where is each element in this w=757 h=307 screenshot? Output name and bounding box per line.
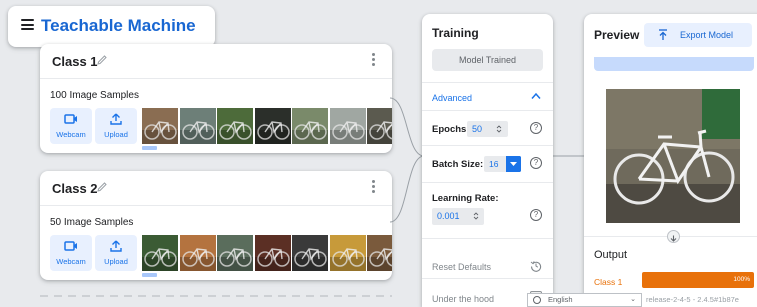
epochs-label: Epochs:	[432, 124, 470, 135]
divider	[40, 78, 392, 79]
sample-thumbnails[interactable]	[142, 108, 392, 144]
webcam-button[interactable]: Webcam	[50, 108, 92, 144]
upload-label: Upload	[104, 257, 128, 266]
chevron-down-icon: ⌄	[630, 296, 636, 303]
class-name[interactable]: Class 1	[52, 54, 98, 69]
webcam-label: Webcam	[56, 130, 86, 139]
stepper-icon[interactable]	[496, 124, 502, 134]
preview-connector	[553, 155, 584, 157]
sample-thumbnail[interactable]	[329, 235, 366, 271]
input-source-bar[interactable]	[594, 57, 754, 71]
preview-panel: Preview Export Model Output Class 1 100%	[584, 14, 757, 307]
language-label: English	[548, 295, 573, 304]
sample-thumbnail[interactable]	[254, 235, 291, 271]
pencil-icon[interactable]	[96, 181, 108, 195]
sample-thumbnail[interactable]	[367, 235, 392, 271]
sample-thumbnail[interactable]	[329, 108, 366, 144]
upload-button[interactable]: Upload	[95, 108, 137, 144]
add-class-dashed-border[interactable]	[40, 295, 392, 297]
help-icon[interactable]: ?	[530, 122, 542, 134]
sample-thumbnail[interactable]	[142, 108, 178, 144]
learning-rate-label: Learning Rate:	[432, 193, 499, 204]
divider	[422, 145, 553, 146]
pencil-icon[interactable]	[96, 54, 108, 68]
reset-icon[interactable]	[530, 260, 542, 272]
epochs-input[interactable]: 50	[467, 121, 508, 137]
class-name[interactable]: Class 2	[52, 181, 98, 196]
thumbnail-scrollbar[interactable]	[142, 273, 157, 277]
batch-size-label: Batch Size:	[432, 159, 484, 170]
more-vert-icon[interactable]	[372, 53, 376, 67]
train-model-button[interactable]: Model Trained	[432, 49, 543, 71]
upload-button[interactable]: Upload	[95, 235, 137, 271]
sample-thumbnail[interactable]	[179, 108, 216, 144]
sample-thumbnail[interactable]	[254, 108, 291, 144]
epochs-value: 50	[472, 124, 483, 134]
more-vert-icon[interactable]	[372, 180, 376, 194]
divider	[422, 82, 553, 83]
training-panel: Training Model Trained Advanced Epochs: …	[422, 14, 553, 307]
preview-title: Preview	[594, 28, 640, 42]
batch-size-value: 16	[489, 159, 499, 169]
help-icon[interactable]: ?	[530, 157, 542, 169]
webcam-icon	[50, 112, 92, 128]
confidence-percent: 100%	[733, 276, 750, 283]
export-icon	[659, 29, 667, 40]
language-select[interactable]: English ⌄	[527, 293, 642, 307]
under-the-hood-button[interactable]: Under the hood	[432, 294, 494, 304]
preview-image	[606, 89, 740, 223]
samples-label: 50 Image Samples	[50, 217, 134, 228]
thumbnail-scrollbar[interactable]	[142, 146, 157, 150]
advanced-toggle[interactable]: Advanced	[432, 93, 472, 103]
upload-label: Upload	[104, 130, 128, 139]
sample-thumbnail[interactable]	[217, 108, 253, 144]
confidence-bar: 100%	[642, 272, 754, 288]
class-card-2: Class 2 50 Image Samples Webcam Upload	[40, 171, 392, 280]
sample-thumbnail[interactable]	[367, 108, 392, 144]
webcam-button[interactable]: Webcam	[50, 235, 92, 271]
sample-thumbnail[interactable]	[179, 235, 216, 271]
webcam-label: Webcam	[56, 257, 86, 266]
samples-label: 100 Image Samples	[50, 90, 139, 101]
upload-icon	[95, 112, 137, 128]
menu-icon[interactable]	[21, 19, 34, 30]
app-title[interactable]: Teachable Machine	[41, 16, 196, 36]
divider	[422, 278, 553, 279]
globe-icon	[533, 296, 541, 304]
webcam-icon	[50, 239, 92, 255]
class-connectors	[390, 97, 424, 223]
class-card-1: Class 1 100 Image Samples Webcam Upload	[40, 44, 392, 153]
divider	[422, 182, 553, 183]
divider	[422, 238, 553, 239]
sample-thumbnail[interactable]	[217, 235, 253, 271]
stepper-icon[interactable]	[473, 211, 479, 221]
export-model-label: Export Model	[680, 30, 734, 40]
upload-icon	[95, 239, 137, 255]
sample-thumbnail[interactable]	[292, 235, 328, 271]
training-title: Training	[432, 26, 479, 40]
release-version: release-2-4-5 - 2.4.5#1b87e	[646, 295, 739, 304]
learning-rate-value: 0.001	[437, 211, 460, 221]
reset-defaults-button[interactable]: Reset Defaults	[432, 262, 491, 272]
output-label: Output	[594, 249, 628, 261]
output-class-label: Class 1	[594, 277, 623, 287]
learning-rate-input[interactable]: 0.001	[432, 208, 484, 225]
chevron-up-icon[interactable]	[531, 92, 541, 100]
app-header-card: Teachable Machine	[8, 6, 215, 47]
chevron-down-icon[interactable]	[506, 156, 521, 172]
arrow-down-icon[interactable]	[667, 230, 680, 243]
divider	[40, 205, 392, 206]
help-icon[interactable]: ?	[530, 209, 542, 221]
export-model-button[interactable]: Export Model	[644, 23, 752, 47]
divider	[422, 110, 553, 111]
sample-thumbnail[interactable]	[142, 235, 178, 271]
sample-thumbnail[interactable]	[292, 108, 328, 144]
sample-thumbnails[interactable]	[142, 235, 392, 271]
